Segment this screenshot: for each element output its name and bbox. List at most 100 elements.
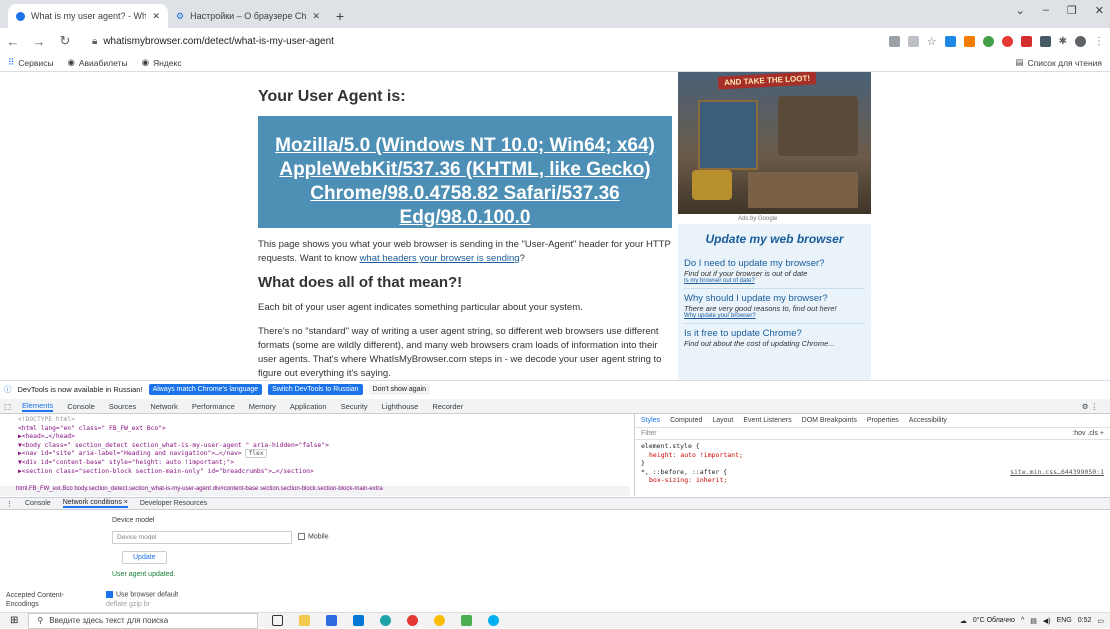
tab-elements[interactable]: Elements bbox=[22, 401, 54, 412]
explorer-icon[interactable] bbox=[299, 615, 311, 626]
chrome-icon[interactable] bbox=[434, 615, 446, 626]
share-icon[interactable] bbox=[907, 35, 919, 47]
sidebar-item[interactable]: Do I need to update my browser? Find out… bbox=[684, 254, 865, 289]
checkbox-icon[interactable] bbox=[298, 533, 305, 540]
store-icon[interactable] bbox=[326, 615, 338, 626]
drawer-menu-icon[interactable]: ⋮ bbox=[6, 500, 13, 508]
close-icon[interactable]: ✕ bbox=[312, 11, 320, 22]
bookmark-services[interactable]: ⠿ Сервисы bbox=[8, 57, 53, 68]
task-view-icon[interactable] bbox=[272, 615, 284, 626]
bookmarks-bar: ⠿ Сервисы ◉ Авиабилеты ◉ Яндекс ▤ Список для… bbox=[0, 54, 1110, 72]
checkbox-checked-icon[interactable] bbox=[106, 591, 113, 598]
flex-badge[interactable]: flex bbox=[245, 449, 267, 459]
star-icon[interactable]: ☆ bbox=[927, 35, 937, 48]
skype-icon[interactable] bbox=[488, 615, 500, 626]
paragraph: Each bit of your user agent indicates so… bbox=[258, 302, 583, 313]
headers-link[interactable]: what headers your browser is sending bbox=[360, 253, 520, 264]
elements-tree[interactable]: <!DOCTYPE html> <html lang="en" class=" … bbox=[0, 414, 630, 496]
bookmark-avia[interactable]: ◉ Авиабилеты bbox=[67, 57, 127, 68]
maximize-button[interactable]: ❐ bbox=[1067, 4, 1077, 17]
tab-console[interactable]: Console bbox=[67, 402, 95, 411]
tab-search-icon[interactable]: ⌄ bbox=[1016, 4, 1025, 17]
chevron-up-icon[interactable]: ^ bbox=[1021, 617, 1024, 624]
reading-list[interactable]: ▤ Список для чтения bbox=[1015, 57, 1102, 68]
windows-taskbar: ⊞ ⚲ Введите здесь текст для поиска ☁ 0°C … bbox=[0, 612, 1110, 629]
tab-title: Настройки – О браузере Chrome bbox=[190, 11, 307, 21]
settings-gear-icon[interactable]: ⚙ ⋮ bbox=[1082, 402, 1098, 411]
sidebar-item[interactable]: Is it free to update Chrome? Find out ab… bbox=[684, 324, 865, 352]
tab-sources[interactable]: Sources bbox=[109, 402, 137, 411]
tab-application[interactable]: Application bbox=[290, 402, 327, 411]
styles-filter-input[interactable]: Filter:hov .cls + bbox=[635, 428, 1110, 440]
tab-memory[interactable]: Memory bbox=[249, 402, 276, 411]
network-icon[interactable]: ▤ bbox=[1030, 617, 1037, 625]
address-input[interactable]: 🔒︎ whatismybrowser.com/detect/what-is-my… bbox=[84, 31, 877, 51]
profile-icon[interactable] bbox=[1075, 35, 1086, 47]
ad-image[interactable]: AND TAKE THE LOOT! bbox=[678, 72, 871, 214]
drawer-tab-developer-resources[interactable]: Developer Resources bbox=[140, 500, 207, 507]
update-button[interactable]: Update bbox=[122, 551, 167, 564]
window-close-button[interactable]: ✕ bbox=[1095, 4, 1104, 17]
drawer-tab-console[interactable]: Console bbox=[25, 500, 51, 507]
clock[interactable]: 0:52 bbox=[1078, 617, 1092, 624]
edge-icon[interactable] bbox=[380, 615, 392, 626]
dom-breadcrumbs[interactable]: html.FB_FW_ext.Bco body.section_detect.s… bbox=[0, 486, 630, 496]
close-icon[interactable]: ✕ bbox=[152, 11, 160, 22]
minimize-button[interactable]: – bbox=[1043, 4, 1049, 17]
tab-performance[interactable]: Performance bbox=[192, 402, 235, 411]
section-heading: What does all of that mean?! bbox=[258, 274, 463, 291]
extension-icon[interactable] bbox=[963, 35, 975, 47]
main-content: Your User Agent is: Mozilla/5.0 (Windows… bbox=[258, 76, 672, 380]
info-icon: ⓘ bbox=[4, 385, 12, 394]
drawer-tabs: ⋮ Console Network conditions × Developer… bbox=[0, 497, 1110, 510]
menu-icon[interactable]: ⋮ bbox=[1094, 36, 1104, 47]
puzzle-icon[interactable]: ✱ bbox=[1059, 36, 1067, 47]
tab-strip: What is my user agent? - WhatIsMyBrowser… bbox=[0, 0, 1110, 28]
extension-icon[interactable] bbox=[982, 35, 994, 47]
inspect-icon[interactable]: ⬚ bbox=[4, 402, 11, 411]
extension-icon[interactable] bbox=[1020, 35, 1032, 47]
volume-icon[interactable]: ◀) bbox=[1043, 617, 1051, 625]
extension-icon[interactable] bbox=[1039, 35, 1051, 47]
switch-russian-button[interactable]: Switch DevTools to Russian bbox=[268, 384, 363, 395]
app-icon[interactable] bbox=[461, 615, 473, 626]
taskbar-search-input[interactable]: ⚲ Введите здесь текст для поиска bbox=[28, 612, 259, 629]
tab-recorder[interactable]: Recorder bbox=[432, 402, 463, 411]
tab-lighthouse[interactable]: Lighthouse bbox=[382, 402, 419, 411]
tower-illustration bbox=[698, 100, 758, 170]
extension-icon[interactable] bbox=[944, 35, 956, 47]
windows-start-icon[interactable]: ⊞ bbox=[0, 615, 28, 626]
gear-icon: ⚙ bbox=[176, 10, 185, 21]
tab-security[interactable]: Security bbox=[341, 402, 368, 411]
sidebar-item[interactable]: Why should I update my browser? There ar… bbox=[684, 289, 865, 324]
notifications-icon[interactable]: ▭ bbox=[1097, 617, 1104, 625]
tab-network[interactable]: Network bbox=[150, 402, 178, 411]
mobile-checkbox[interactable]: Mobile bbox=[298, 533, 329, 540]
apps-icon: ⠿ bbox=[8, 57, 15, 67]
tab-whatismybrowser[interactable]: What is my user agent? - WhatIsMyBrowser… bbox=[8, 4, 168, 28]
device-model-input[interactable]: Device model bbox=[112, 531, 292, 544]
tab-settings[interactable]: ⚙ Настройки – О браузере Chrome ✕ bbox=[168, 4, 328, 28]
use-default-checkbox[interactable]: Use browser default bbox=[106, 591, 178, 598]
bookmark-yandex[interactable]: ◉ Яндекс bbox=[142, 57, 182, 68]
new-tab-button[interactable]: + bbox=[328, 4, 352, 28]
stylesheet-link[interactable]: site.min.css…644399050:1 bbox=[1010, 468, 1104, 477]
match-language-button[interactable]: Always match Chrome's language bbox=[148, 384, 263, 395]
intro-paragraph: This page shows you what your web browse… bbox=[258, 239, 671, 264]
user-agent-string[interactable]: Mozilla/5.0 (Windows NT 10.0; Win64; x64… bbox=[258, 116, 672, 228]
sidebar-title: Update my web browser bbox=[705, 232, 844, 246]
weather-text[interactable]: 0°C Облачно bbox=[973, 617, 1015, 624]
wall-illustration bbox=[778, 96, 858, 156]
globe-icon: ◉ bbox=[67, 57, 75, 67]
reload-icon[interactable]: ↻ bbox=[58, 33, 72, 49]
language-indicator[interactable]: ENG bbox=[1057, 617, 1072, 624]
yandex-icon[interactable] bbox=[407, 615, 419, 626]
forward-icon[interactable]: → bbox=[32, 34, 46, 49]
extension-icon[interactable] bbox=[1001, 35, 1013, 47]
dont-show-button[interactable]: Don't show again bbox=[368, 384, 431, 395]
back-icon[interactable]: ← bbox=[6, 34, 20, 49]
mail-icon[interactable] bbox=[353, 615, 365, 626]
drawer-tab-network-conditions[interactable]: Network conditions × bbox=[62, 499, 128, 508]
translate-icon[interactable] bbox=[888, 35, 900, 47]
treasure-illustration bbox=[692, 170, 732, 200]
